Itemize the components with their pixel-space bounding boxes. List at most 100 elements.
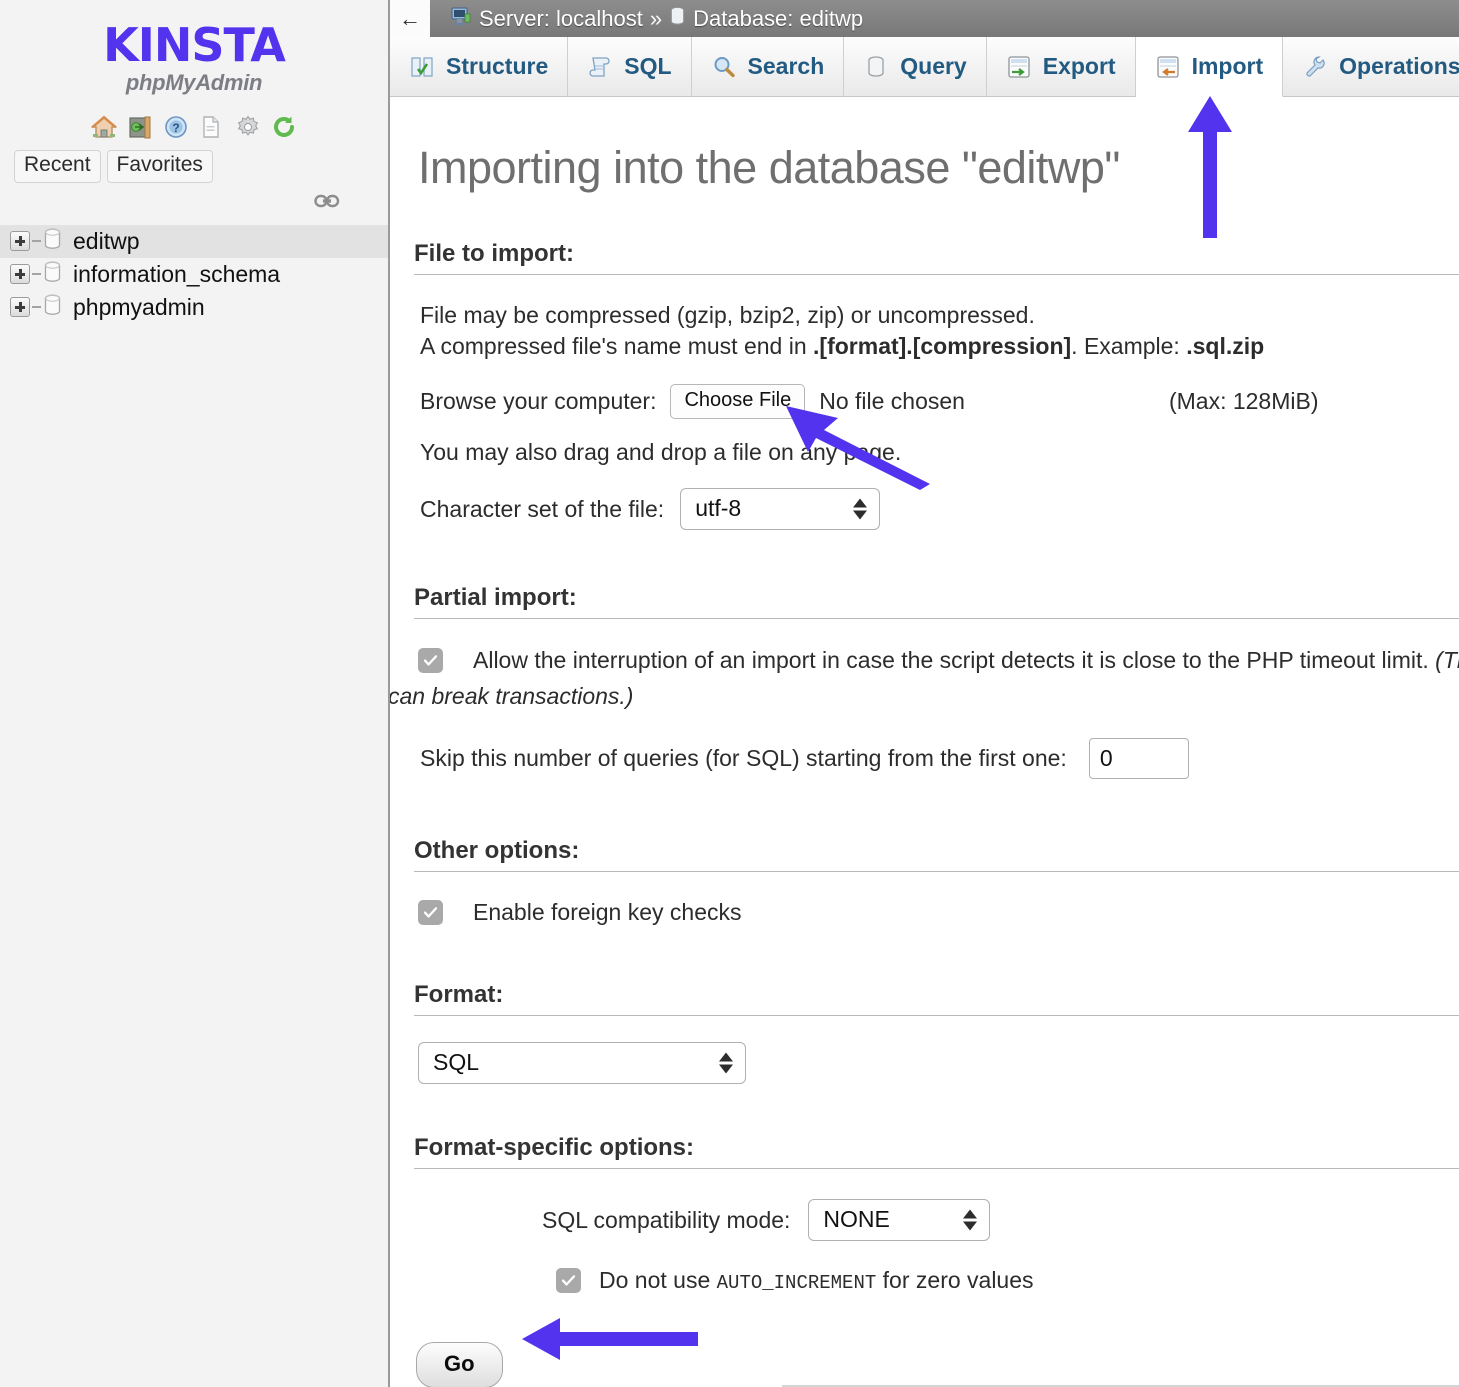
go-button[interactable]: Go	[416, 1342, 503, 1387]
phpmyadmin-window: KINSTA phpMyAdmin	[0, 0, 1459, 1387]
tab-label: Query	[900, 53, 966, 80]
server-icon	[450, 5, 472, 33]
tab-label: Operations	[1339, 53, 1459, 80]
section-heading: File to import:	[414, 240, 1459, 274]
tab-search[interactable]: Search	[692, 37, 845, 96]
auto-increment-checkbox[interactable]	[556, 1268, 581, 1293]
allow-interrupt-italic-line2: can break transactions.)	[390, 683, 1459, 710]
tab-label: Import	[1192, 53, 1264, 80]
expand-icon[interactable]	[10, 264, 30, 284]
sidebar-quick-icons: ?	[0, 114, 388, 140]
ai-suffix: for zero values	[876, 1267, 1033, 1293]
expand-icon[interactable]	[10, 231, 30, 251]
operations-icon	[1302, 54, 1328, 80]
export-icon	[1006, 54, 1032, 80]
main-panel: ← Server: localhost »	[390, 0, 1459, 1387]
favorites-button[interactable]: Favorites	[107, 150, 213, 183]
tab-structure[interactable]: Structure	[390, 37, 568, 96]
tab-label: Search	[748, 53, 825, 80]
tree-connector	[32, 273, 41, 275]
auto-increment-label: Do not use AUTO_INCREMENT for zero value…	[599, 1267, 1034, 1294]
svg-text:?: ?	[172, 121, 179, 135]
skip-queries-input[interactable]	[1089, 738, 1189, 779]
chain-link-icon[interactable]	[314, 193, 340, 214]
submit-row: Go	[416, 1342, 1459, 1387]
foreign-key-label: Enable foreign key checks	[473, 899, 742, 926]
page-title: Importing into the database "editwp"	[418, 142, 1459, 194]
tab-import[interactable]: Import	[1136, 37, 1284, 97]
charset-row: Character set of the file: utf-8	[420, 488, 1459, 530]
recent-button[interactable]: Recent	[14, 150, 101, 183]
section-divider	[414, 871, 1459, 872]
db-tree-label[interactable]: information_schema	[73, 261, 280, 288]
section-format-specific: Format-specific options: SQL compatibili…	[390, 1134, 1459, 1294]
db-tree-item-editwp[interactable]: editwp	[0, 225, 388, 258]
no-file-chosen-text: No file chosen	[819, 388, 965, 415]
import-icon	[1155, 54, 1181, 80]
section-heading: Partial import:	[414, 584, 1459, 618]
db-tree-label[interactable]: editwp	[73, 228, 139, 255]
tab-label: SQL	[624, 53, 671, 80]
tab-query[interactable]: Query	[844, 37, 986, 96]
allow-interrupt-label: Allow the interruption of an import in c…	[473, 643, 1459, 677]
note-example-token: .sql.zip	[1186, 333, 1264, 359]
logout-icon[interactable]	[127, 114, 153, 140]
back-arrow-icon[interactable]: ←	[390, 0, 430, 37]
navigation-sidebar: KINSTA phpMyAdmin	[0, 0, 390, 1387]
max-size-text: (Max: 128MiB)	[1169, 388, 1319, 415]
tab-label: Export	[1043, 53, 1116, 80]
tab-bar: Structure SQL Search	[390, 37, 1459, 97]
brand-logo: KINSTA phpMyAdmin	[0, 0, 388, 96]
database-icon	[43, 228, 62, 255]
format-select[interactable]: SQL	[418, 1042, 746, 1084]
database-icon	[43, 294, 62, 321]
section-other-options: Other options: Enable foreign key checks	[390, 837, 1459, 926]
database-icon	[669, 6, 686, 32]
tab-sql[interactable]: SQL	[568, 37, 691, 96]
choose-file-button[interactable]: Choose File	[670, 384, 805, 419]
auto-increment-row: Do not use AUTO_INCREMENT for zero value…	[556, 1267, 1459, 1294]
documentation-icon[interactable]	[199, 114, 225, 140]
breadcrumb-database[interactable]: Database: editwp	[693, 6, 863, 32]
sql-compat-row: SQL compatibility mode: NONE	[542, 1199, 1459, 1241]
section-divider	[414, 1168, 1459, 1169]
breadcrumb: ← Server: localhost »	[390, 0, 1459, 37]
section-file-to-import: File to import: File may be compressed (…	[390, 240, 1459, 530]
note-format-token: .[format].[compression]	[813, 333, 1071, 359]
db-tree-item-information-schema[interactable]: information_schema	[0, 258, 388, 291]
tab-label: Structure	[446, 53, 548, 80]
sql-compat-label: SQL compatibility mode:	[542, 1207, 790, 1234]
foreign-key-checkbox[interactable]	[418, 900, 443, 925]
allow-interrupt-italic-note: (This mig	[1435, 647, 1459, 673]
allow-interrupt-checkbox[interactable]	[418, 648, 443, 673]
settings-icon[interactable]	[235, 114, 261, 140]
allow-interrupt-row: Allow the interruption of an import in c…	[418, 643, 1459, 677]
ai-keyword: AUTO_INCREMENT	[717, 1272, 877, 1294]
breadcrumb-separator: »	[650, 6, 662, 32]
help-icon[interactable]: ?	[163, 114, 189, 140]
home-icon[interactable]	[91, 114, 117, 140]
section-divider	[414, 618, 1459, 619]
sql-icon	[587, 54, 613, 80]
note-prefix: A compressed file's name must end in	[420, 333, 813, 359]
format-select-row: SQL	[418, 1042, 1459, 1084]
browse-label: Browse your computer:	[420, 388, 656, 415]
sql-compat-select[interactable]: NONE	[808, 1199, 990, 1241]
reload-icon[interactable]	[271, 114, 297, 140]
tree-connector	[32, 306, 41, 308]
note-mid: . Example:	[1071, 333, 1186, 359]
foreign-key-row: Enable foreign key checks	[418, 899, 1459, 926]
db-tree-item-phpmyadmin[interactable]: phpmyadmin	[0, 291, 388, 324]
expand-icon[interactable]	[10, 297, 30, 317]
section-heading: Format-specific options:	[414, 1134, 1459, 1168]
database-icon	[43, 261, 62, 288]
tab-export[interactable]: Export	[987, 37, 1136, 96]
section-partial-import: Partial import: Allow the interruption o…	[390, 584, 1459, 779]
db-tree-label[interactable]: phpmyadmin	[73, 294, 205, 321]
breadcrumb-server[interactable]: Server: localhost	[479, 6, 643, 32]
charset-select[interactable]: utf-8	[680, 488, 880, 530]
section-heading: Format:	[414, 981, 1459, 1015]
database-tree: editwp information_schema	[0, 225, 388, 324]
tab-operations[interactable]: Operations	[1283, 37, 1459, 96]
charset-label: Character set of the file:	[420, 496, 664, 523]
